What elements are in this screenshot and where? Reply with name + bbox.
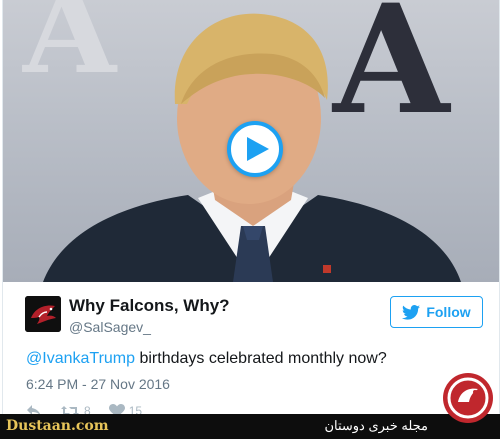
- tweet-timestamp[interactable]: 6:24 PM - 27 Nov 2016: [26, 376, 170, 392]
- watermark-tagline: مجله خبری دوستان: [324, 418, 428, 433]
- falcon-logo-icon: [25, 296, 61, 332]
- video-thumbnail[interactable]: A A: [3, 0, 499, 282]
- play-icon: [246, 137, 269, 161]
- tweet-text: @IvankaTrump birthdays celebrated monthl…: [26, 350, 387, 368]
- mention-link[interactable]: @IvankaTrump: [26, 350, 135, 367]
- follow-label: Follow: [426, 304, 471, 320]
- follow-button[interactable]: Follow: [390, 296, 483, 328]
- watermark-bar: Dustaan.com مجله خبری دوستان: [0, 414, 500, 439]
- tweet-body: birthdays celebrated monthly now?: [135, 350, 387, 367]
- tweet-card: A A Why Falcons, Why? @SalSagev_ Follow …: [2, 0, 500, 439]
- avatar[interactable]: [25, 296, 61, 332]
- watermark-site: Dustaan.com: [6, 418, 109, 434]
- watermark-logo-icon: [443, 373, 493, 423]
- twitter-bird-icon: [402, 304, 421, 320]
- play-button[interactable]: [227, 121, 283, 177]
- author-handle[interactable]: @SalSagev_: [69, 319, 151, 335]
- author-name[interactable]: Why Falcons, Why?: [69, 296, 230, 316]
